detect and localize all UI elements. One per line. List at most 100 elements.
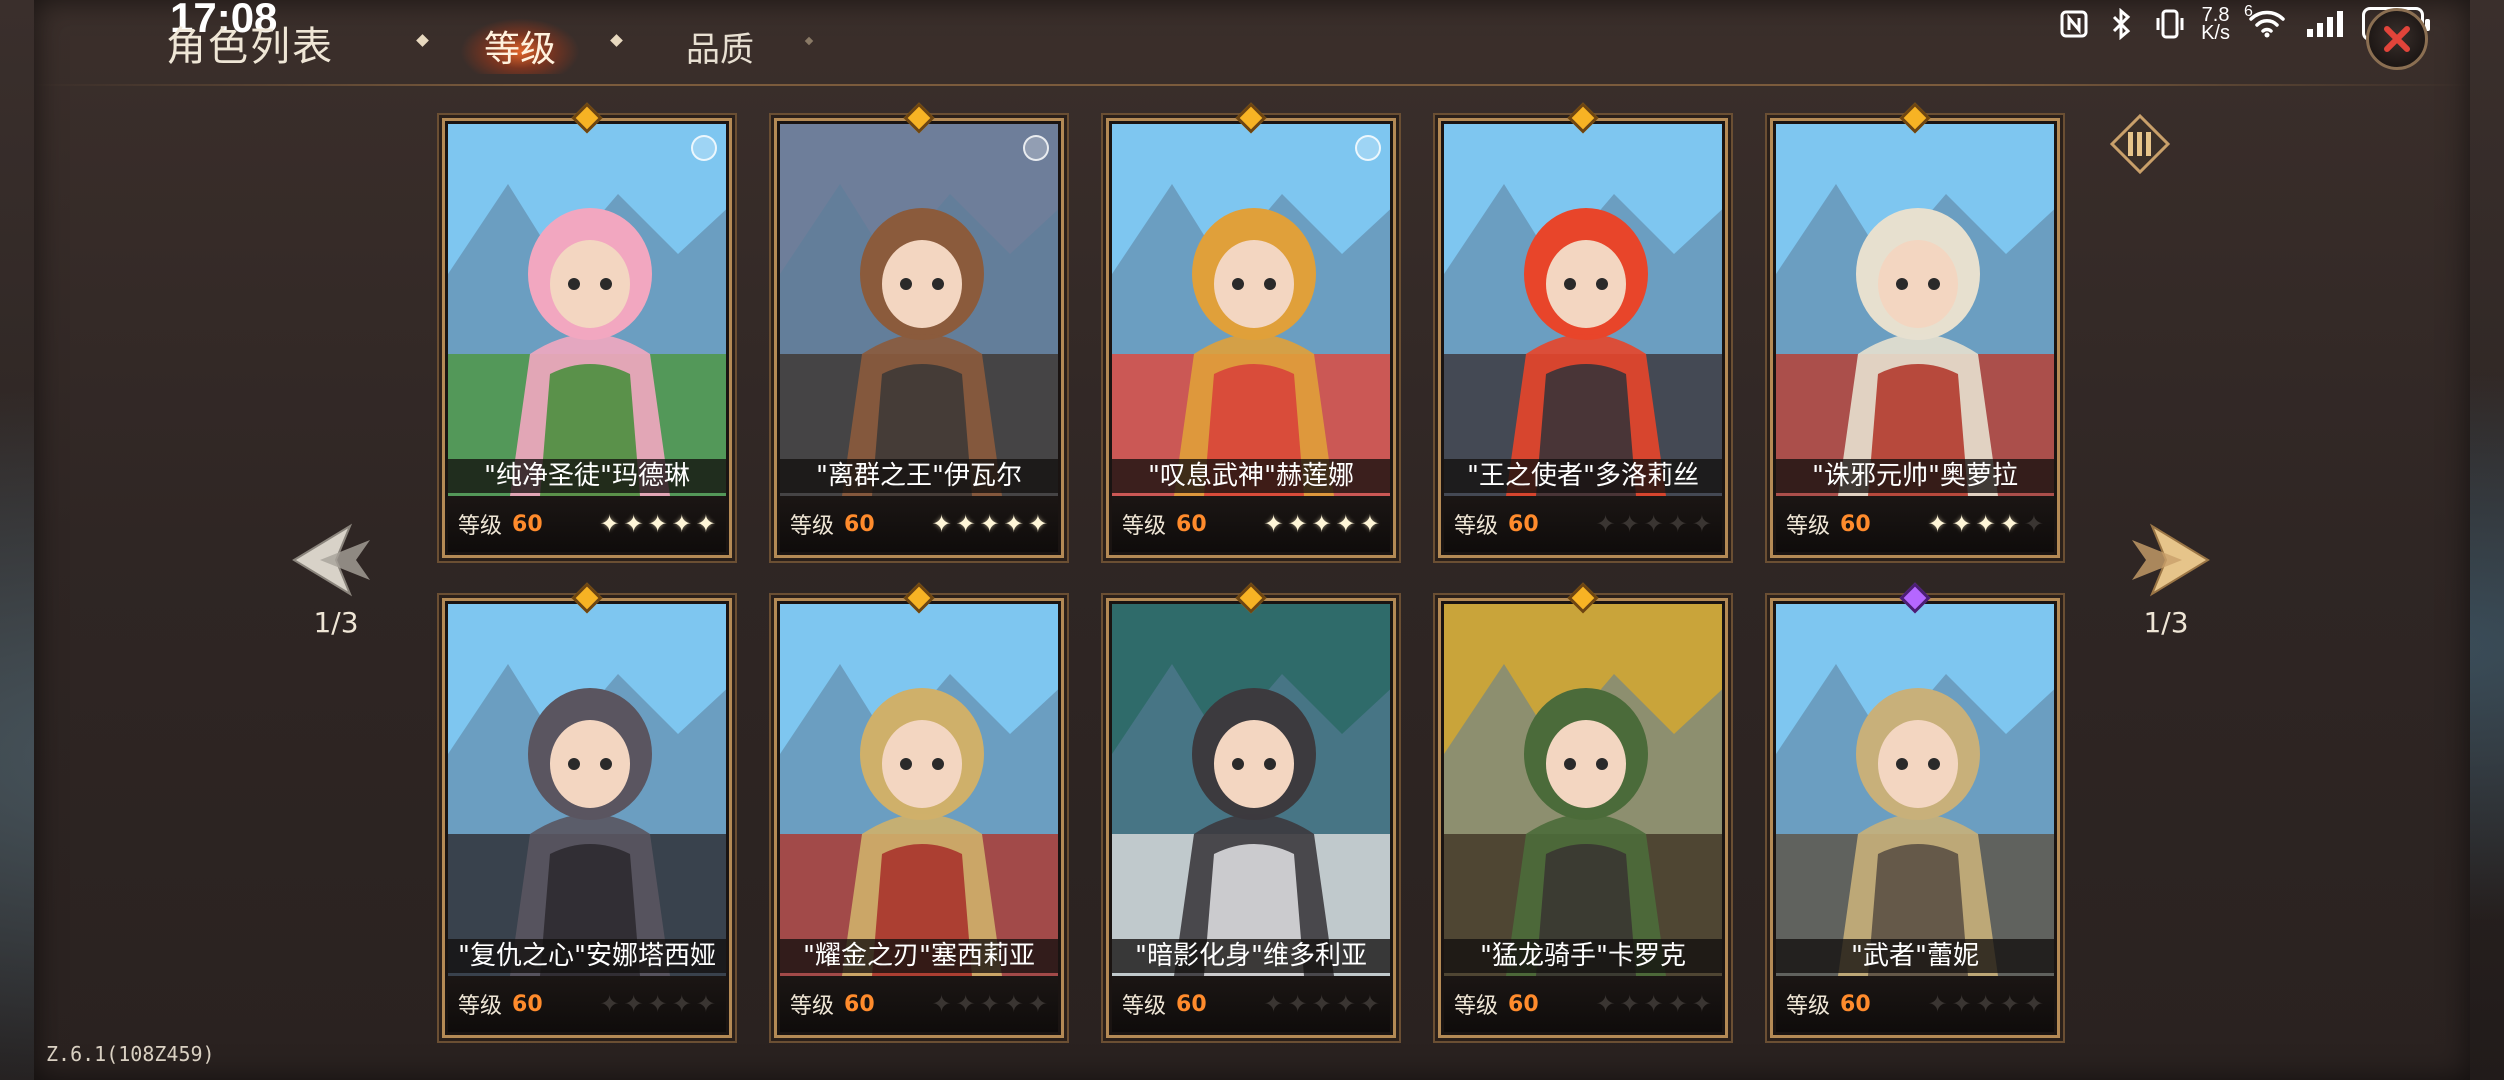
star-rating: ✦ ✦ ✦ ✦ ✦ xyxy=(599,992,716,1016)
bluetooth-icon xyxy=(2105,7,2139,41)
star-icon: ✦ xyxy=(599,990,620,1018)
character-portrait xyxy=(780,124,1058,496)
level-label: 等级 xyxy=(790,514,835,539)
tab-quality-label: 品质 xyxy=(686,29,754,70)
wifi-badge: 6 xyxy=(2244,3,2253,20)
tab-level[interactable]: 等级 xyxy=(460,18,580,74)
star-icon: ✦ xyxy=(671,510,692,538)
character-name: "复仇之心"安娜塔西娅 xyxy=(448,939,726,973)
star-rating: ✦ ✦ ✦ ✦ ✦ xyxy=(599,512,716,536)
page-indicator-left: 1/3 xyxy=(313,606,359,639)
star-icon: ✦ xyxy=(1975,990,1996,1018)
level-value: 60 xyxy=(1840,511,1871,537)
close-button[interactable] xyxy=(2366,8,2428,70)
character-name: "叹息武神"赫莲娜 xyxy=(1112,459,1390,493)
star-rating: ✦ ✦ ✦ ✦ ✦ xyxy=(1263,992,1380,1016)
star-icon: ✦ xyxy=(1595,510,1616,538)
star-icon: ✦ xyxy=(1999,990,2020,1018)
card-footer: 等级 60 ✦ ✦ ✦ ✦ ✦ xyxy=(1776,496,2054,552)
card-footer: 等级 60 ✦ ✦ ✦ ✦ ✦ xyxy=(780,496,1058,552)
star-icon: ✦ xyxy=(1003,990,1024,1018)
star-icon: ✦ xyxy=(979,510,1000,538)
star-icon: ✦ xyxy=(1335,510,1356,538)
character-card[interactable]: "诛邪元帅"奥萝拉 等级 60 ✦ ✦ ✦ ✦ ✦ xyxy=(1770,102,2060,558)
star-icon: ✦ xyxy=(1927,990,1948,1018)
character-card[interactable]: "离群之王"伊瓦尔 等级 60 ✦ ✦ ✦ ✦ ✦ xyxy=(774,102,1064,558)
card-footer: 等级 60 ✦ ✦ ✦ ✦ ✦ xyxy=(1776,976,2054,1032)
star-icon: ✦ xyxy=(1951,510,1972,538)
level-value: 60 xyxy=(512,991,543,1017)
star-rating: ✦ ✦ ✦ ✦ ✦ xyxy=(1595,992,1712,1016)
character-portrait xyxy=(1776,604,2054,976)
star-rating: ✦ ✦ ✦ ✦ ✦ xyxy=(1927,992,2044,1016)
level-label: 等级 xyxy=(1786,994,1831,1019)
character-name: "暗影化身"维多利亚 xyxy=(1112,939,1390,973)
star-icon: ✦ xyxy=(695,990,716,1018)
character-portrait xyxy=(1112,604,1390,976)
level-label: 等级 xyxy=(1122,514,1167,539)
star-icon: ✦ xyxy=(1691,510,1712,538)
star-icon: ✦ xyxy=(931,990,952,1018)
header-divider xyxy=(34,84,2470,86)
character-card[interactable]: "王之使者"多洛莉丝 等级 60 ✦ ✦ ✦ ✦ ✦ xyxy=(1438,102,1728,558)
tab-level-label: 等级 xyxy=(483,29,556,70)
character-card[interactable]: "耀金之刃"塞西莉亚 等级 60 ✦ ✦ ✦ ✦ ✦ xyxy=(774,582,1064,1038)
star-icon: ✦ xyxy=(979,990,1000,1018)
star-icon: ✦ xyxy=(1999,510,2020,538)
grid-view-toggle[interactable] xyxy=(2108,112,2172,176)
character-name: "王之使者"多洛莉丝 xyxy=(1444,459,1722,493)
character-portrait xyxy=(1444,604,1722,976)
star-icon: ✦ xyxy=(1027,510,1048,538)
star-icon: ✦ xyxy=(1359,990,1380,1018)
star-icon: ✦ xyxy=(1643,990,1664,1018)
card-footer: 等级 60 ✦ ✦ ✦ ✦ ✦ xyxy=(780,976,1058,1032)
level-value: 60 xyxy=(1508,991,1539,1017)
tab-quality[interactable]: 品质 xyxy=(660,18,780,74)
star-icon: ✦ xyxy=(1311,990,1332,1018)
character-portrait xyxy=(448,604,726,976)
star-icon: ✦ xyxy=(647,510,668,538)
favorite-badge-icon xyxy=(1023,135,1049,161)
close-icon xyxy=(2384,26,2410,52)
vibrate-icon xyxy=(2153,7,2187,41)
star-icon: ✦ xyxy=(599,510,620,538)
character-name: "耀金之刃"塞西莉亚 xyxy=(780,939,1058,973)
star-rating: ✦ ✦ ✦ ✦ ✦ xyxy=(931,512,1048,536)
page-indicator-right: 1/3 xyxy=(2143,606,2189,639)
nfc-icon xyxy=(2057,7,2091,41)
character-name: "诛邪元帅"奥萝拉 xyxy=(1776,459,2054,493)
star-icon: ✦ xyxy=(1287,990,1308,1018)
character-card[interactable]: "复仇之心"安娜塔西娅 等级 60 ✦ ✦ ✦ ✦ ✦ xyxy=(442,582,732,1038)
star-icon: ✦ xyxy=(1643,510,1664,538)
card-footer: 等级 60 ✦ ✦ ✦ ✦ ✦ xyxy=(1444,496,1722,552)
star-icon: ✦ xyxy=(623,990,644,1018)
character-portrait xyxy=(1444,124,1722,496)
grid-view-icon xyxy=(2109,113,2171,175)
character-card[interactable]: "纯净圣徒"玛德琳 等级 60 ✦ ✦ ✦ ✦ ✦ xyxy=(442,102,732,558)
level-label: 等级 xyxy=(1122,994,1167,1019)
character-portrait xyxy=(1776,124,2054,496)
favorite-badge-icon xyxy=(1355,135,1381,161)
character-card[interactable]: "暗影化身"维多利亚 等级 60 ✦ ✦ ✦ ✦ ✦ xyxy=(1106,582,1396,1038)
prev-page-button[interactable] xyxy=(290,520,374,600)
card-footer: 等级 60 ✦ ✦ ✦ ✦ ✦ xyxy=(1444,976,1722,1032)
character-card[interactable]: "猛龙骑手"卡罗克 等级 60 ✦ ✦ ✦ ✦ ✦ xyxy=(1438,582,1728,1038)
level-value: 60 xyxy=(512,511,543,537)
net-speed: 7.8 K/s xyxy=(2201,5,2230,44)
level-label: 等级 xyxy=(458,514,503,539)
character-name: "猛龙骑手"卡罗克 xyxy=(1444,939,1722,973)
star-icon: ✦ xyxy=(647,990,668,1018)
character-card[interactable]: "武者"蕾妮 等级 60 ✦ ✦ ✦ ✦ ✦ xyxy=(1770,582,2060,1038)
character-card[interactable]: "叹息武神"赫莲娜 等级 60 ✦ ✦ ✦ ✦ ✦ xyxy=(1106,102,1396,558)
star-icon: ✦ xyxy=(1595,990,1616,1018)
star-icon: ✦ xyxy=(1667,990,1688,1018)
card-footer: 等级 60 ✦ ✦ ✦ ✦ ✦ xyxy=(448,976,726,1032)
net-speed-unit: K/s xyxy=(2201,22,2230,44)
chevron-left-icon xyxy=(292,523,370,597)
next-page-button[interactable] xyxy=(2128,520,2212,600)
card-footer: 等级 60 ✦ ✦ ✦ ✦ ✦ xyxy=(1112,976,1390,1032)
signal-icon xyxy=(2304,7,2348,41)
favorite-badge-icon xyxy=(691,135,717,161)
star-icon: ✦ xyxy=(955,990,976,1018)
star-icon: ✦ xyxy=(1335,990,1356,1018)
